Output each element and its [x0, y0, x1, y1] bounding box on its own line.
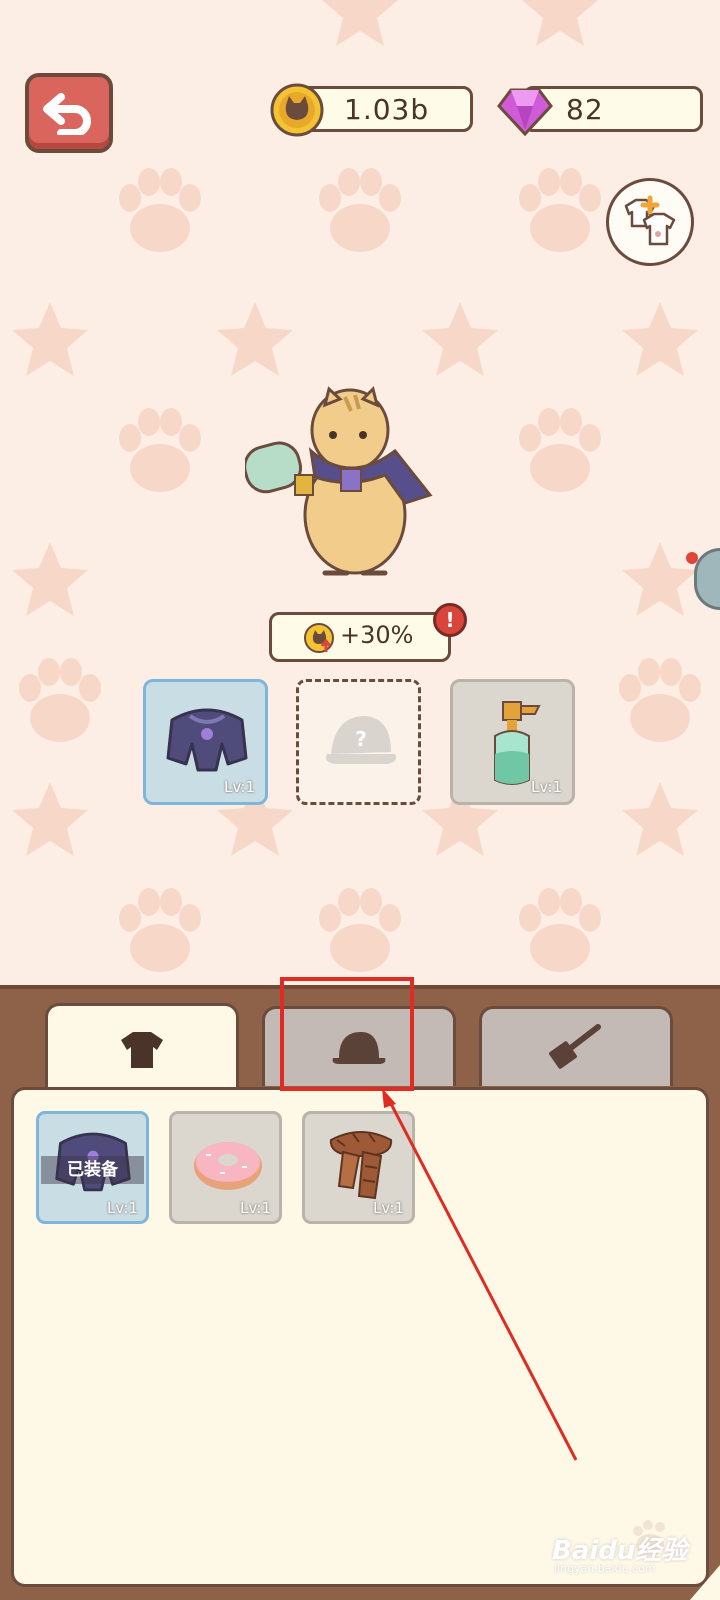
donut-icon: [194, 1142, 262, 1190]
svg-text:?: ?: [355, 727, 367, 751]
purple-gem-icon: [497, 88, 553, 137]
back-arrow-icon: [43, 93, 91, 135]
coin-value: 1.03b: [344, 92, 430, 126]
gem-value: 82: [566, 92, 604, 126]
slot-level: Lv:1: [223, 778, 255, 796]
back-button[interactable]: [25, 73, 113, 153]
slot-level: Lv:1: [530, 778, 562, 796]
equip-slot-spray-bottle[interactable]: Lv:1: [450, 679, 575, 805]
tab-tools[interactable]: [479, 1006, 673, 1086]
spatula-icon: [549, 1023, 601, 1069]
inventory-item-donut[interactable]: Lv:1: [169, 1111, 282, 1224]
watermark-url: jingyan.baidu.com: [554, 1562, 656, 1575]
item-level: Lv:1: [372, 1199, 404, 1217]
inventory-item-jacket[interactable]: 已装备 Lv:1: [36, 1111, 149, 1224]
spray-bottle-icon: [494, 701, 541, 785]
hamster-pet: [245, 386, 433, 576]
item-level: Lv:1: [106, 1199, 138, 1217]
alert-icon[interactable]: !: [433, 603, 467, 637]
coin-boost-icon: [304, 623, 334, 653]
wardrobe-button[interactable]: [606, 178, 694, 266]
item-level: Lv:1: [239, 1199, 271, 1217]
cat-coin-icon: [270, 83, 324, 137]
inventory-item-scarf[interactable]: Lv:1: [302, 1111, 415, 1224]
highlight-box: [280, 977, 414, 1091]
notification-dot: [686, 552, 698, 564]
coin-counter: 1.03b: [298, 86, 473, 132]
tab-clothes[interactable]: [45, 1003, 239, 1093]
wardrobe-add-icon: [624, 195, 676, 246]
scarf-icon: [329, 1131, 393, 1200]
bonus-value: +30%: [340, 621, 414, 649]
equip-slot-hat-empty[interactable]: ?: [296, 679, 421, 805]
equip-slot-jacket[interactable]: Lv:1: [143, 679, 268, 805]
jacket-icon: [166, 708, 248, 772]
equipped-badge: 已装备: [41, 1156, 144, 1184]
question-cap-icon: ?: [326, 716, 396, 764]
shirt-icon: [121, 1031, 163, 1068]
income-bonus-badge: +30%: [269, 612, 451, 662]
watermark: Baidu经验 jingyan.baidu.com: [552, 1520, 692, 1580]
